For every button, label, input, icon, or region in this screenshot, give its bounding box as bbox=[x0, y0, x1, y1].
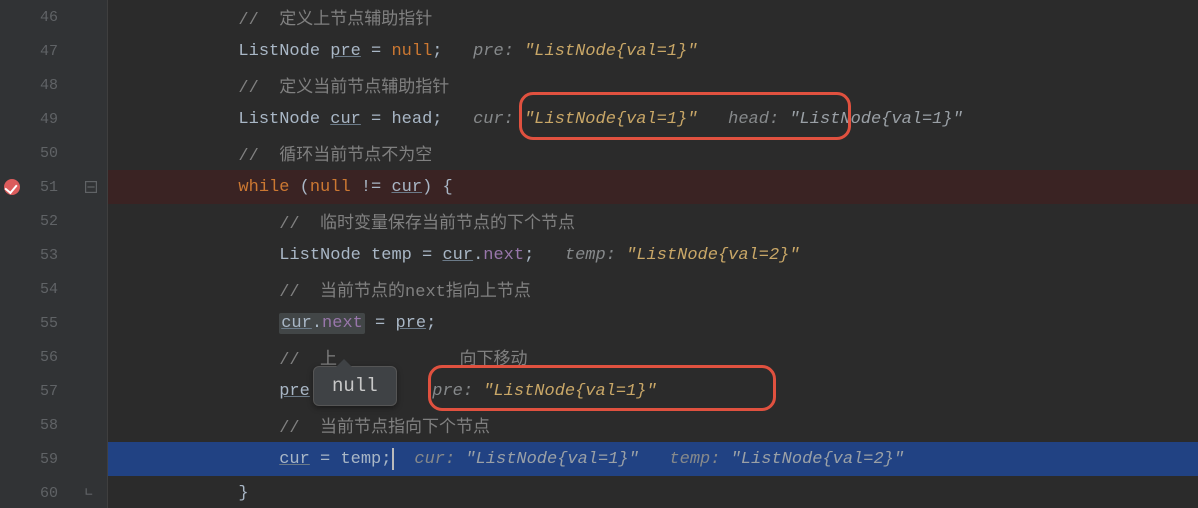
gutter-margin[interactable] bbox=[80, 374, 108, 408]
code-line[interactable]: 57 pre pre: "ListNode{val=1}" bbox=[0, 374, 1198, 408]
code-line[interactable]: 58 // 当前节点指向下个节点 bbox=[0, 408, 1198, 442]
line-number: 59 bbox=[0, 442, 80, 476]
gutter-margin[interactable] bbox=[80, 102, 108, 136]
code-line[interactable]: 53 ListNode temp = cur.next; temp: "List… bbox=[0, 238, 1198, 272]
gutter-margin[interactable] bbox=[80, 68, 108, 102]
gutter-margin[interactable] bbox=[80, 204, 108, 238]
fold-end-icon[interactable] bbox=[85, 487, 97, 499]
code-line[interactable]: 55 cur.next = pre; bbox=[0, 306, 1198, 340]
code-line[interactable]: 54 // 当前节点的next指向上节点 bbox=[0, 272, 1198, 306]
fold-icon[interactable] bbox=[85, 181, 97, 193]
gutter-margin[interactable] bbox=[80, 272, 108, 306]
comment: // 循环当前节点不为空 bbox=[238, 140, 432, 166]
inlay-hint: pre: bbox=[432, 382, 483, 401]
line-number: 55 bbox=[0, 306, 80, 340]
gutter-margin[interactable] bbox=[80, 170, 108, 204]
code-line[interactable]: 60 } bbox=[0, 476, 1198, 508]
gutter-margin[interactable] bbox=[80, 0, 108, 34]
comment: // 当前节点指向下个节点 bbox=[279, 412, 490, 438]
line-number: 47 bbox=[0, 34, 80, 68]
line-number: 52 bbox=[0, 204, 80, 238]
breakpoint-icon[interactable] bbox=[4, 179, 20, 195]
code-line[interactable]: 56 // 上 向下移动 bbox=[0, 340, 1198, 374]
code-line[interactable]: 59 cur = temp; cur: "ListNode{val=1}" te… bbox=[0, 442, 1198, 476]
code-line[interactable]: 50 // 循环当前节点不为空 bbox=[0, 136, 1198, 170]
inlay-value: "ListNode{val=1}" bbox=[483, 382, 656, 401]
code-line[interactable]: 47 ListNode pre = null; pre: "ListNode{v… bbox=[0, 34, 1198, 68]
inlay-value: "ListNode{val=1}" bbox=[524, 110, 697, 129]
code-editor[interactable]: 46 // 定义上节点辅助指针 47 ListNode pre = null; … bbox=[0, 0, 1198, 508]
line-number: 50 bbox=[0, 136, 80, 170]
line-number: 57 bbox=[0, 374, 80, 408]
inlay-hint: pre: bbox=[473, 42, 524, 61]
comment: // 定义当前节点辅助指针 bbox=[238, 72, 449, 98]
line-number: 51 bbox=[0, 170, 80, 204]
gutter-margin[interactable] bbox=[80, 476, 108, 508]
inlay-value: "ListNode{val=2}" bbox=[626, 246, 799, 265]
gutter-margin[interactable] bbox=[80, 238, 108, 272]
inlay-hint: cur: bbox=[473, 110, 524, 129]
execution-line[interactable]: cur = temp; cur: "ListNode{val=1}" temp:… bbox=[108, 442, 1198, 476]
inlay-value: "ListNode{val=1}" bbox=[789, 110, 962, 129]
code-line[interactable]: 48 // 定义当前节点辅助指针 bbox=[0, 68, 1198, 102]
comment: // 当前节点的next指向上节点 bbox=[279, 276, 531, 302]
inlay-hint: temp: bbox=[639, 450, 731, 469]
gutter-margin[interactable] bbox=[80, 306, 108, 340]
line-number: 53 bbox=[0, 238, 80, 272]
code-line[interactable]: 49 ListNode cur = head; cur: "ListNode{v… bbox=[0, 102, 1198, 136]
inlay-value: "ListNode{val=1}" bbox=[465, 450, 638, 469]
inlay-value: "ListNode{val=2}" bbox=[731, 450, 904, 469]
line-number: 49 bbox=[0, 102, 80, 136]
comment: // 定义上节点辅助指针 bbox=[238, 4, 432, 30]
inlay-hint: cur: bbox=[394, 450, 465, 469]
debug-tooltip: null bbox=[313, 366, 397, 406]
inlay-hint: temp: bbox=[565, 246, 626, 265]
code-line[interactable]: 52 // 临时变量保存当前节点的下个节点 bbox=[0, 204, 1198, 238]
comment: // 临时变量保存当前节点的下个节点 bbox=[279, 208, 575, 234]
inlay-hint: head: bbox=[698, 110, 790, 129]
gutter-margin[interactable] bbox=[80, 34, 108, 68]
line-number: 60 bbox=[0, 476, 80, 508]
line-number: 58 bbox=[0, 408, 80, 442]
line-number: 54 bbox=[0, 272, 80, 306]
code-line[interactable]: 51 while (null != cur) { bbox=[0, 170, 1198, 204]
inlay-value: "ListNode{val=1}" bbox=[524, 42, 697, 61]
gutter-margin[interactable] bbox=[80, 408, 108, 442]
code-line[interactable]: 46 // 定义上节点辅助指针 bbox=[0, 0, 1198, 34]
line-number: 46 bbox=[0, 0, 80, 34]
gutter-margin[interactable] bbox=[80, 340, 108, 374]
line-number: 48 bbox=[0, 68, 80, 102]
gutter-margin[interactable] bbox=[80, 442, 108, 476]
gutter-margin[interactable] bbox=[80, 136, 108, 170]
line-number: 56 bbox=[0, 340, 80, 374]
